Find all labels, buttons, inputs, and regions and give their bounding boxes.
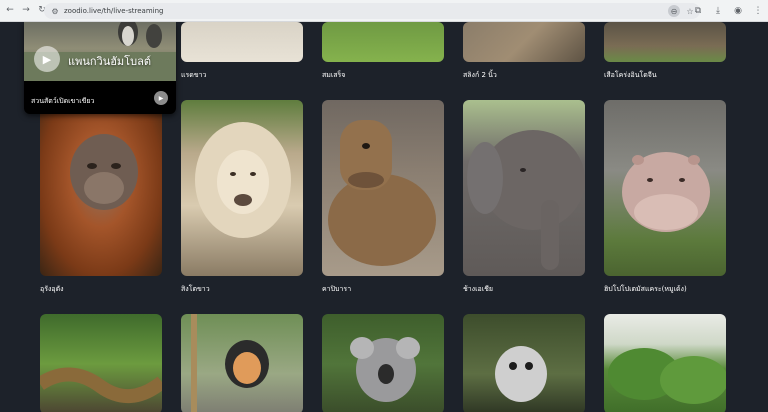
- orangutan-photo: [70, 134, 138, 210]
- card-thumb-python[interactable]: [40, 314, 162, 412]
- card-thumb-forest[interactable]: [604, 314, 726, 412]
- card-label[interactable]: สิงโตขาว: [181, 284, 210, 295]
- card-label[interactable]: แรดขาว: [181, 70, 206, 81]
- pygmy-hippo-photo: [622, 152, 710, 232]
- card-thumb-pygmy-hippo[interactable]: [604, 100, 726, 276]
- card-thumb-douc-langur[interactable]: [181, 314, 303, 412]
- card-thumb-top-3[interactable]: [463, 22, 585, 62]
- card-label[interactable]: ฮิปโปโปเตมัสแคระ(หมูเด้ง): [604, 284, 687, 295]
- browser-toolbar: ← → ↻ ⚙ zoodio.live/th/live-streaming ⊖ …: [0, 0, 768, 22]
- card-thumb-ring-tailed-lemur[interactable]: [463, 314, 585, 412]
- elephant-photo: [467, 130, 585, 270]
- lemur-photo: [495, 346, 547, 402]
- extensions-icon[interactable]: ⧉: [692, 5, 704, 17]
- card-label[interactable]: คาปิบารา: [322, 284, 351, 295]
- play-small-icon[interactable]: ▶: [154, 91, 168, 105]
- card-thumb-koala[interactable]: [322, 314, 444, 412]
- capybara-photo: [328, 120, 436, 266]
- koala-photo: [350, 337, 420, 402]
- play-icon[interactable]: ▶: [34, 46, 60, 72]
- zoom-icon[interactable]: ⊖: [668, 5, 680, 17]
- menu-icon[interactable]: ⋮: [752, 5, 764, 17]
- card-thumb-capybara[interactable]: [322, 100, 444, 276]
- site-info-icon[interactable]: ⚙: [50, 6, 60, 16]
- python-photo: [40, 367, 162, 404]
- card-label[interactable]: เสือโคร่งอินโดจีน: [604, 70, 657, 81]
- card-thumb-top-2[interactable]: [322, 22, 444, 62]
- card-label[interactable]: ช้างเอเชีย: [463, 284, 493, 295]
- card-label[interactable]: สลิงก์ 2 นิ้ว: [463, 70, 497, 81]
- download-icon[interactable]: ⤓: [712, 5, 724, 17]
- card-thumb-top-1[interactable]: [181, 22, 303, 62]
- profile-icon[interactable]: ◉: [732, 5, 744, 17]
- pip-caption[interactable]: สวนสัตว์เปิดเขาเขียว: [31, 96, 94, 107]
- card-label[interactable]: สมเสร็จ: [322, 70, 345, 81]
- forest-photo: [608, 348, 726, 404]
- white-lion-photo: [195, 122, 291, 238]
- card-thumb-white-lion[interactable]: [181, 100, 303, 276]
- pip-player[interactable]: ▶ แพนกวินฮัมโบลต์ สวนสัตว์เปิดเขาเขียว ▶: [24, 22, 176, 114]
- url-text[interactable]: zoodio.live/th/live-streaming: [64, 7, 163, 15]
- card-thumb-orangutan[interactable]: [40, 100, 162, 276]
- back-icon[interactable]: ←: [4, 5, 16, 17]
- forward-icon[interactable]: →: [20, 5, 32, 17]
- address-bar[interactable]: ⚙ zoodio.live/th/live-streaming ⊖ ☆: [44, 3, 700, 19]
- douc-langur-photo: [191, 314, 269, 412]
- card-label[interactable]: อุรังอุตัง: [40, 284, 64, 295]
- card-thumb-top-4[interactable]: [604, 22, 726, 62]
- pip-overlay-title: แพนกวินฮัมโบลต์: [68, 55, 151, 68]
- live-streaming-grid: แรดขาว สมเสร็จ สลิงก์ 2 นิ้ว เสือโคร่งอิ…: [0, 22, 768, 412]
- card-thumb-asian-elephant[interactable]: [463, 100, 585, 276]
